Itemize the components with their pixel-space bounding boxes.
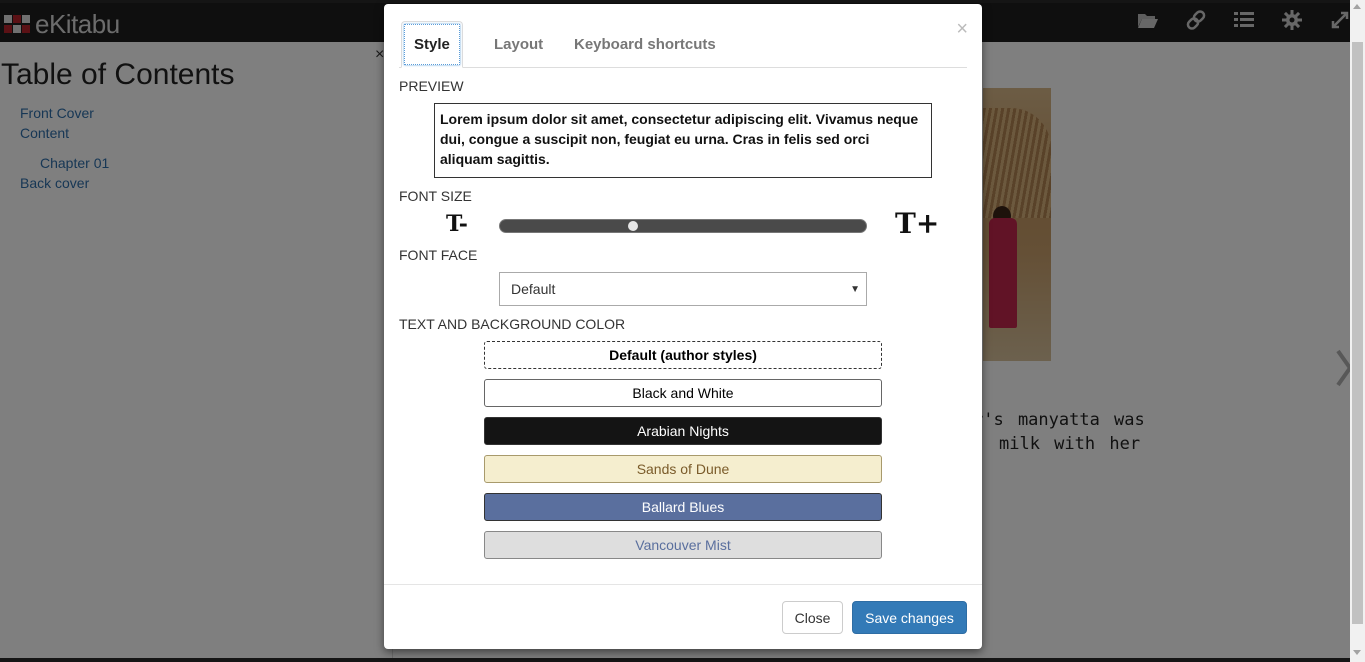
font-face-label: FONT FACE bbox=[399, 247, 478, 263]
font-size-slider[interactable] bbox=[499, 219, 867, 233]
decrease-font-size-icon[interactable]: T- bbox=[446, 211, 468, 237]
font-face-selected-value: Default bbox=[511, 281, 556, 297]
theme-sands-of-dune[interactable]: Sands of Dune bbox=[484, 455, 882, 483]
modal-footer: Close Save changes bbox=[384, 584, 982, 649]
scroll-up-arrow-icon[interactable] bbox=[1353, 4, 1361, 9]
close-button[interactable]: Close bbox=[782, 601, 843, 634]
scroll-down-arrow-icon[interactable] bbox=[1353, 650, 1361, 655]
tab-style[interactable]: Style bbox=[401, 21, 463, 68]
theme-vancouver-mist[interactable]: Vancouver Mist bbox=[484, 531, 882, 559]
theme-black-and-white[interactable]: Black and White bbox=[484, 379, 882, 407]
tab-keyboard-shortcuts[interactable]: Keyboard shortcuts bbox=[562, 21, 728, 68]
increase-font-size-icon[interactable]: T+ bbox=[895, 207, 939, 240]
tab-label: Layout bbox=[494, 36, 544, 53]
scrollbar-thumb[interactable] bbox=[1352, 42, 1363, 624]
tab-layout[interactable]: Layout bbox=[482, 21, 555, 68]
font-size-slider-thumb[interactable] bbox=[628, 221, 639, 231]
theme-ballard-blues[interactable]: Ballard Blues bbox=[484, 493, 882, 521]
preview-box: Lorem ipsum dolor sit amet, consectetur … bbox=[434, 103, 932, 178]
theme-arabian-nights[interactable]: Arabian Nights bbox=[484, 417, 882, 445]
save-changes-button[interactable]: Save changes bbox=[852, 601, 967, 634]
dropdown-caret-icon: ▼ bbox=[850, 284, 860, 295]
page-scrollbar[interactable] bbox=[1350, 0, 1365, 662]
theme-default-author-styles[interactable]: Default (author styles) bbox=[484, 341, 882, 369]
font-size-label: FONT SIZE bbox=[399, 188, 472, 204]
font-face-select[interactable]: Default ▼ bbox=[499, 272, 867, 306]
settings-modal: × Style Layout Keyboard shortcuts PREVIE… bbox=[384, 4, 982, 649]
tab-label: Keyboard shortcuts bbox=[574, 36, 716, 53]
preview-label: PREVIEW bbox=[399, 78, 464, 94]
color-theme-label: TEXT AND BACKGROUND COLOR bbox=[399, 316, 626, 332]
settings-tabs: Style Layout Keyboard shortcuts bbox=[399, 21, 967, 68]
